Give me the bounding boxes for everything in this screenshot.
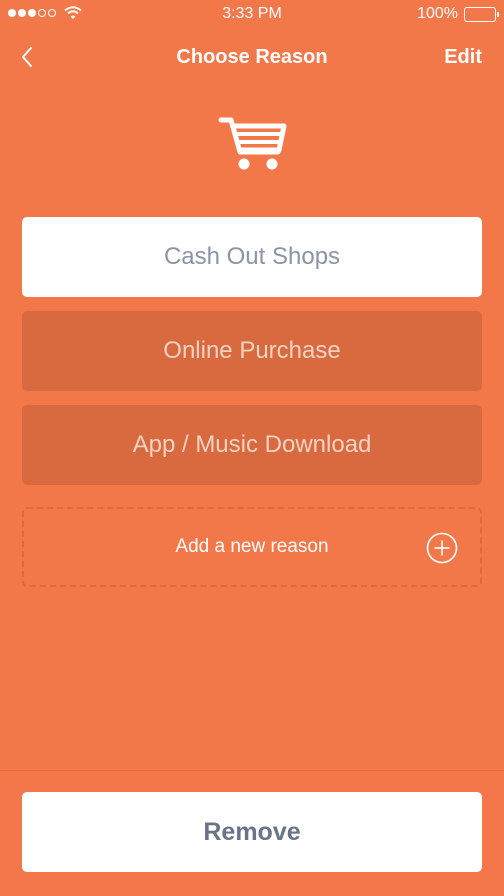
edit-button[interactable]: Edit xyxy=(444,46,482,69)
remove-label: Remove xyxy=(203,817,301,846)
reason-label: App / Music Download xyxy=(132,431,372,458)
reason-option-app-music-download[interactable]: App / Music Download xyxy=(22,405,482,485)
plus-circle-icon[interactable] xyxy=(426,532,458,564)
navigation-bar: Choose Reason Edit xyxy=(0,36,504,80)
page-title: Choose Reason xyxy=(176,46,328,68)
remove-button[interactable]: Remove xyxy=(22,792,482,872)
shopping-cart-icon xyxy=(218,117,287,170)
status-bar: 3:33 PM 100% xyxy=(0,0,504,30)
add-reason-label: Add a new reason xyxy=(175,536,329,557)
reason-label: Cash Out Shops xyxy=(163,243,341,270)
reason-label: Online Purchase xyxy=(163,337,341,364)
battery-icon xyxy=(464,6,499,22)
add-reason-button[interactable]: Add a new reason xyxy=(22,507,482,587)
reason-option-cash-out-shops[interactable]: Cash Out Shops xyxy=(22,217,482,297)
reason-option-online-purchase[interactable]: Online Purchase xyxy=(22,311,482,391)
battery-status: 100% xyxy=(417,5,499,23)
battery-percentage: 100% xyxy=(417,5,458,22)
